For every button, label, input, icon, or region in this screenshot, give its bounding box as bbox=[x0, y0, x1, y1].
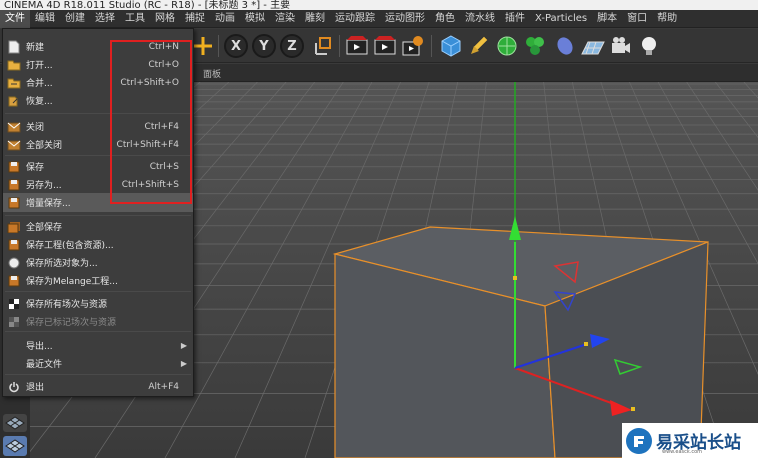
menu-separator bbox=[5, 331, 191, 332]
menu-file[interactable]: 文件 bbox=[0, 9, 30, 28]
menu-select[interactable]: 选择 bbox=[90, 10, 120, 28]
menu-snap[interactable]: 捕捉 bbox=[180, 10, 210, 28]
menu-item-label: 保存已标记场次与资源 bbox=[26, 318, 117, 328]
incremental-save-icon bbox=[7, 196, 21, 210]
window-title-bar: CINEMA 4D R18.011 Studio (RC - R18) - [未… bbox=[0, 0, 758, 10]
menu-item-label: 保存所选对象为... bbox=[26, 259, 98, 269]
menu-item-label: 恢复... bbox=[26, 97, 53, 107]
menu-item-label: 全部关闭 bbox=[26, 141, 63, 151]
viewport-panel-label[interactable]: 面板 bbox=[203, 67, 221, 80]
save-icon bbox=[7, 160, 21, 174]
menu-mograph[interactable]: 运动图形 bbox=[380, 10, 430, 28]
camera-icon[interactable] bbox=[608, 33, 634, 59]
menu-motion-tracker[interactable]: 运动跟踪 bbox=[330, 10, 380, 28]
menu-item-label: 合并... bbox=[26, 79, 53, 89]
z-axis-lock-button[interactable]: Z bbox=[280, 34, 304, 58]
melange-icon bbox=[7, 274, 21, 288]
menu-item-label: 另存为... bbox=[26, 181, 62, 191]
menu-item-save-project[interactable]: 保存工程(包含资源)... bbox=[3, 235, 193, 254]
menu-item-label: 保存所有场次与资源 bbox=[26, 300, 108, 310]
subdivision-surface-icon[interactable] bbox=[494, 33, 520, 59]
pen-spline-icon[interactable] bbox=[466, 33, 492, 59]
menu-separator bbox=[5, 291, 191, 292]
menu-item-recent-files[interactable]: 最近文件 ▶ bbox=[3, 354, 193, 373]
x-axis-lock-button[interactable]: X bbox=[224, 34, 248, 58]
save-project-icon bbox=[7, 238, 21, 252]
toolbar-divider bbox=[431, 35, 432, 57]
power-icon bbox=[7, 380, 21, 394]
menu-pipeline[interactable]: 流水线 bbox=[460, 10, 500, 28]
merge-icon bbox=[7, 76, 21, 90]
menu-item-save-all[interactable]: 全部保存 bbox=[3, 217, 193, 236]
highlight-annotation-box bbox=[110, 40, 192, 204]
menu-character[interactable]: 角色 bbox=[430, 10, 460, 28]
close-file-icon bbox=[7, 120, 21, 134]
menu-item-shortcut: Alt+F4 bbox=[148, 381, 179, 392]
save-selected-icon bbox=[7, 256, 21, 270]
close-all-icon bbox=[7, 138, 21, 152]
menu-item-label: 关闭 bbox=[26, 123, 45, 133]
menu-item-label: 打开... bbox=[26, 61, 53, 71]
cube-object-icon[interactable] bbox=[438, 33, 464, 59]
submenu-arrow-icon: ▶ bbox=[180, 359, 187, 368]
save-marked-takes-icon bbox=[7, 315, 21, 329]
menu-help[interactable]: 帮助 bbox=[652, 10, 682, 28]
site-watermark: 易采站长站 www.easck.com bbox=[622, 423, 758, 458]
menu-item-save-marked-takes: 保存已标记场次与资源 bbox=[3, 312, 193, 331]
model-mode-icon[interactable] bbox=[3, 436, 27, 456]
menu-tools[interactable]: 工具 bbox=[120, 10, 150, 28]
menu-item-save-takes[interactable]: 保存所有场次与资源 bbox=[3, 294, 193, 313]
menu-item-label: 保存为Melange工程... bbox=[26, 277, 118, 287]
menu-item-save-melange[interactable]: 保存为Melange工程... bbox=[3, 271, 193, 290]
menu-window[interactable]: 窗口 bbox=[622, 10, 652, 28]
revert-icon bbox=[7, 94, 21, 108]
coordinate-system-icon[interactable] bbox=[310, 33, 336, 59]
floor-scene-icon[interactable] bbox=[580, 33, 606, 59]
menu-x-particles[interactable]: X-Particles bbox=[530, 10, 592, 28]
menu-item-label: 新建 bbox=[26, 43, 45, 53]
open-folder-icon bbox=[7, 58, 21, 72]
menu-edit[interactable]: 编辑 bbox=[30, 10, 60, 28]
menu-item-label: 最近文件 bbox=[26, 360, 63, 370]
save-takes-icon bbox=[7, 297, 21, 311]
menu-simulate[interactable]: 模拟 bbox=[240, 10, 270, 28]
menu-bar: 文件 编辑 创建 选择 工具 网格 捕捉 动画 模拟 渲染 雕刻 运动跟踪 运动… bbox=[0, 9, 758, 28]
watermark-url: www.easck.com bbox=[662, 449, 703, 455]
submenu-arrow-icon: ▶ bbox=[180, 341, 187, 350]
y-axis-lock-button[interactable]: Y bbox=[252, 34, 276, 58]
menu-item-label: 导出... bbox=[26, 342, 53, 352]
menu-separator bbox=[5, 374, 191, 375]
menu-item-label: 增量保存... bbox=[26, 199, 71, 209]
menu-item-save-selected[interactable]: 保存所选对象为... bbox=[3, 253, 193, 272]
menu-item-quit[interactable]: 退出 Alt+F4 bbox=[3, 377, 193, 396]
deformer-icon[interactable] bbox=[552, 33, 578, 59]
toolbar-divider bbox=[339, 35, 340, 57]
menu-item-label: 退出 bbox=[26, 383, 45, 393]
menu-render[interactable]: 渲染 bbox=[270, 10, 300, 28]
save-all-icon bbox=[7, 220, 21, 234]
new-file-icon bbox=[7, 40, 21, 54]
save-as-icon bbox=[7, 178, 21, 192]
menu-sculpt[interactable]: 雕刻 bbox=[300, 10, 330, 28]
polygon-mode-icon[interactable] bbox=[3, 414, 27, 432]
render-to-picture-viewer-icon[interactable] bbox=[372, 33, 398, 59]
menu-create[interactable]: 创建 bbox=[60, 10, 90, 28]
toolbar-divider bbox=[218, 35, 219, 57]
render-settings-icon[interactable] bbox=[400, 33, 426, 59]
menu-item-label: 全部保存 bbox=[26, 223, 63, 233]
light-bulb-icon[interactable] bbox=[636, 33, 662, 59]
menu-separator bbox=[5, 215, 191, 216]
menu-item-export[interactable]: 导出... ▶ bbox=[3, 336, 193, 355]
menu-mesh[interactable]: 网格 bbox=[150, 10, 180, 28]
menu-animate[interactable]: 动画 bbox=[210, 10, 240, 28]
render-view-icon[interactable] bbox=[344, 33, 370, 59]
menu-plugins[interactable]: 插件 bbox=[500, 10, 530, 28]
cloner-icon[interactable] bbox=[522, 33, 548, 59]
window-title: CINEMA 4D R18.011 Studio (RC - R18) - [未… bbox=[4, 0, 291, 10]
menu-item-label: 保存 bbox=[26, 163, 45, 173]
menu-item-label: 保存工程(包含资源)... bbox=[26, 241, 114, 251]
watermark-logo-icon bbox=[626, 427, 652, 454]
menu-script[interactable]: 脚本 bbox=[592, 10, 622, 28]
